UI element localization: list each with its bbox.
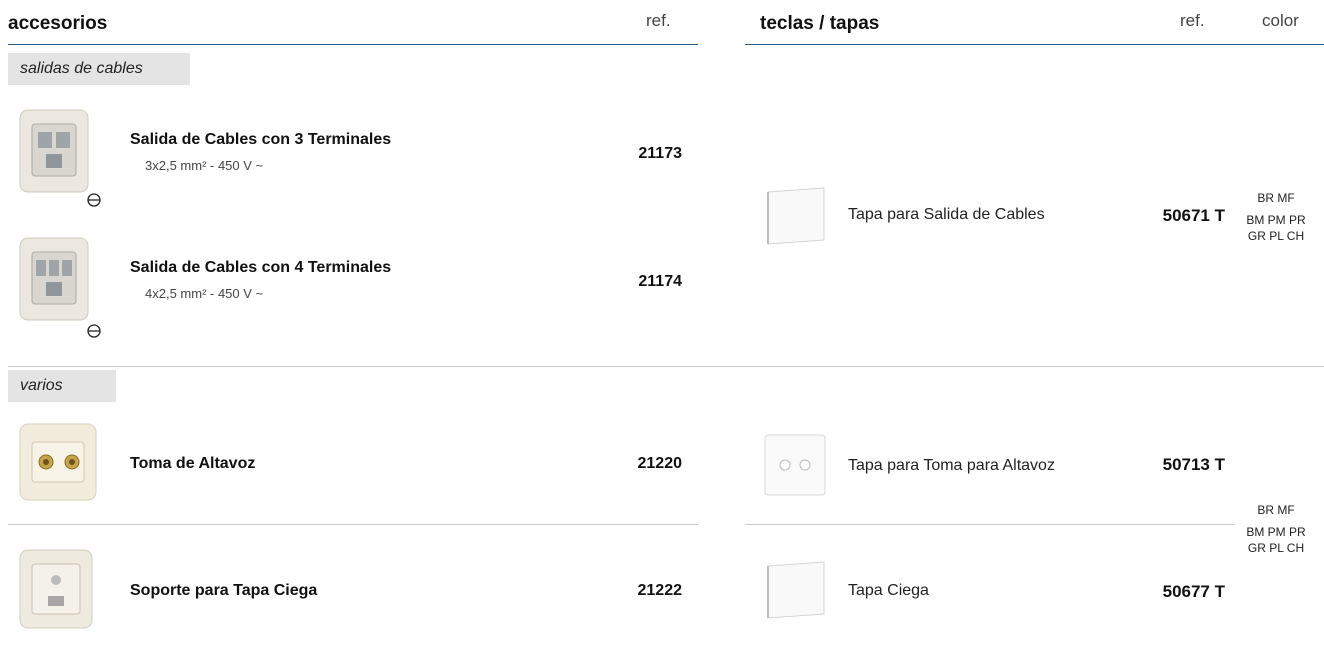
color-line: BM PM PR (1246, 213, 1306, 227)
row-divider (8, 524, 698, 525)
screw-head-icon (87, 324, 101, 343)
product-ref-21173: 21173 (638, 145, 682, 162)
product-image-21220 (18, 422, 100, 504)
color-codes-group-2: BR MF BM PM PR GR PL CH (1236, 502, 1316, 556)
product-name-21220: Toma de Altavoz (130, 455, 256, 472)
accesorios-title: accesorios (8, 13, 108, 34)
teclas-tapas-title: teclas / tapas (760, 13, 880, 34)
product-ref-21174: 21174 (638, 273, 682, 290)
screw-head-icon (87, 193, 101, 212)
right-header-rule (745, 44, 1324, 45)
color-line: GR PL CH (1247, 541, 1305, 555)
row-divider (745, 524, 1235, 525)
section-divider (8, 366, 1324, 367)
color-line: BR MF (1257, 191, 1295, 205)
left-ref-header: ref. (646, 11, 671, 30)
product-name-21174: Salida de Cables con 4 Terminales (130, 259, 392, 276)
product-image-21222 (18, 548, 96, 630)
product-image-21173 (18, 108, 90, 194)
cover-ref-50677: 50677 T (1162, 582, 1225, 601)
cover-image-50671 (762, 182, 828, 248)
right-ref-header: ref. (1180, 11, 1205, 30)
product-ref-21220: 21220 (637, 455, 683, 472)
color-codes-group-1: BR MF BM PM PR GR PL CH (1236, 190, 1316, 244)
product-name-21222: Soporte para Tapa Ciega (130, 582, 318, 599)
cover-image-50677 (762, 556, 828, 622)
color-header: color (1262, 11, 1299, 30)
color-line: GR PL CH (1247, 229, 1305, 243)
product-spec-21174: 4x2,5 mm² - 450 V ~ (145, 286, 264, 301)
cover-name-50713: Tapa para Toma para Altavoz (848, 457, 1055, 474)
product-ref-21222: 21222 (637, 582, 683, 599)
cover-name-50677: Tapa Ciega (848, 582, 929, 599)
cover-name-50671: Tapa para Salida de Cables (848, 206, 1045, 223)
product-name-21173: Salida de Cables con 3 Terminales (130, 131, 392, 148)
section-varios: varios (8, 370, 116, 402)
color-line: BR MF (1257, 503, 1295, 517)
product-spec-21173: 3x2,5 mm² - 450 V ~ (145, 158, 264, 173)
product-image-21174 (18, 236, 90, 322)
cover-ref-50713: 50713 T (1162, 455, 1225, 474)
section-salidas-de-cables: salidas de cables (8, 53, 190, 85)
cover-image-50713 (762, 432, 828, 498)
cover-ref-50671: 50671 T (1162, 206, 1225, 225)
color-line: BM PM PR (1246, 525, 1306, 539)
left-header-rule (8, 44, 698, 45)
